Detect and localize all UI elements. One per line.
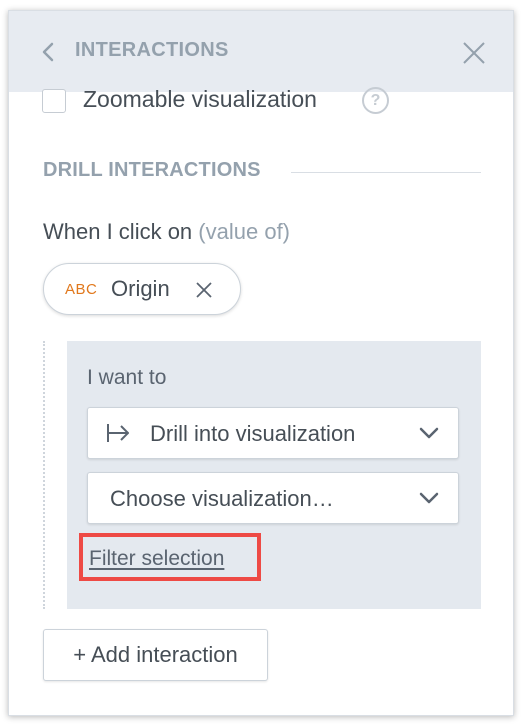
trigger-hint: (value of) bbox=[198, 219, 291, 244]
visualization-select[interactable]: Choose visualization… bbox=[87, 472, 459, 524]
action-select[interactable]: Drill into visualization bbox=[87, 407, 459, 459]
attribute-chip[interactable]: ABC Origin bbox=[43, 263, 241, 315]
chevron-down-icon bbox=[419, 427, 439, 439]
panel-title: INTERACTIONS bbox=[75, 39, 229, 61]
interaction-connector bbox=[43, 341, 45, 609]
zoomable-label[interactable]: Zoomable visualization bbox=[83, 86, 317, 113]
trigger-label-text: When I click on bbox=[43, 219, 193, 244]
attribute-chip-label: Origin bbox=[111, 276, 170, 301]
panel-header: INTERACTIONS bbox=[9, 11, 513, 92]
zoomable-checkbox[interactable] bbox=[42, 89, 66, 113]
action-label: I want to bbox=[87, 366, 167, 389]
help-icon[interactable]: ? bbox=[362, 87, 389, 114]
visualization-select-value: Choose visualization… bbox=[110, 486, 334, 511]
close-icon[interactable] bbox=[461, 40, 487, 66]
section-title: DRILL INTERACTIONS bbox=[43, 159, 261, 181]
drill-arrow-icon bbox=[107, 424, 129, 442]
section-divider bbox=[291, 172, 481, 173]
remove-icon[interactable] bbox=[194, 280, 214, 300]
add-interaction-button[interactable]: + Add interaction bbox=[43, 629, 268, 681]
attribute-type-badge: ABC bbox=[65, 281, 98, 298]
zoomable-option: Zoomable visualization ? bbox=[42, 83, 482, 115]
chevron-left-icon[interactable] bbox=[40, 41, 56, 63]
filter-selection-link[interactable]: Filter selection bbox=[89, 547, 224, 571]
chevron-down-icon bbox=[419, 492, 439, 504]
trigger-label: When I click on (value of) bbox=[43, 219, 290, 245]
interactions-panel: INTERACTIONS Zoomable visualization ? DR… bbox=[8, 10, 514, 716]
action-select-value: Drill into visualization bbox=[150, 421, 356, 446]
interaction-config: I want to Drill into visualization Choos… bbox=[67, 341, 481, 609]
